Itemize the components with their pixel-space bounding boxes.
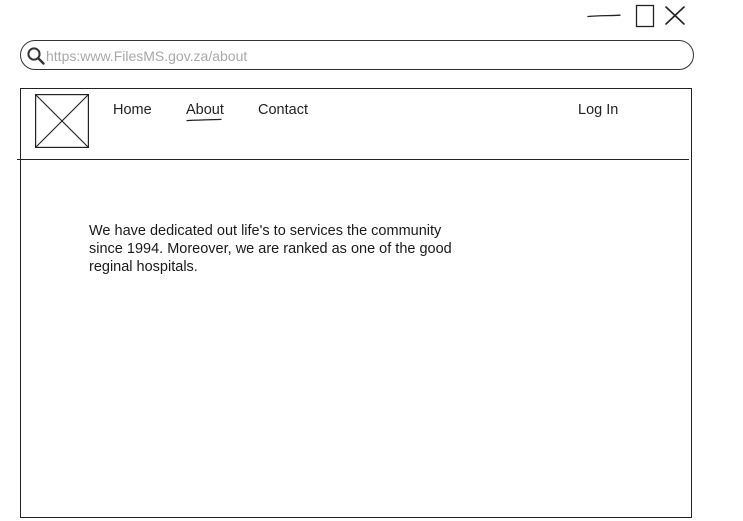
header-divider: [17, 159, 689, 160]
logo[interactable]: [35, 94, 89, 148]
maximize-icon: [635, 4, 655, 28]
nav-contact-link[interactable]: Contact: [258, 101, 308, 119]
about-description: We have dedicated out life's to services…: [89, 223, 452, 275]
url-input[interactable]: [46, 45, 646, 67]
minimize-button[interactable]: [584, 3, 624, 29]
image-placeholder-icon: [35, 94, 89, 148]
address-bar[interactable]: [20, 40, 694, 70]
login-link[interactable]: Log In: [578, 101, 618, 119]
page-frame: [20, 88, 692, 518]
close-icon: [665, 6, 685, 25]
window-controls: [584, 3, 694, 29]
nav-about-link[interactable]: About: [186, 101, 224, 119]
minimize-icon: [587, 14, 621, 18]
active-nav-underline: [186, 118, 222, 122]
search-icon: [27, 47, 45, 65]
nav-home-link[interactable]: Home: [113, 101, 152, 119]
close-button[interactable]: [662, 3, 688, 29]
maximize-button[interactable]: [634, 3, 656, 29]
